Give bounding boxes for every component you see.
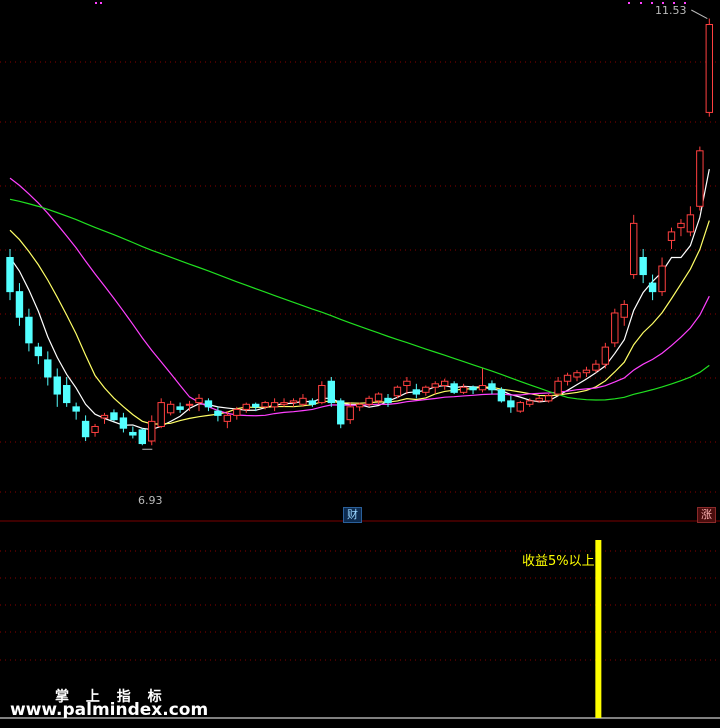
candle (611, 308, 619, 348)
candle (337, 398, 345, 429)
candle (705, 18, 713, 117)
top-marker (640, 2, 642, 4)
candle (318, 381, 326, 405)
price-low-label: 6.93 (138, 494, 163, 507)
candle (100, 412, 109, 424)
signal-label: 收益5%以上! (522, 554, 600, 569)
candle (639, 248, 647, 284)
candle (148, 415, 156, 446)
candle (497, 387, 506, 403)
candle (44, 351, 52, 386)
candle (686, 206, 695, 237)
candle (195, 394, 203, 412)
candle (630, 214, 638, 279)
candle (63, 376, 71, 407)
candle (620, 300, 628, 326)
candle (384, 394, 392, 407)
candle (327, 376, 336, 407)
candle (280, 398, 288, 407)
candle (507, 395, 515, 413)
top-marker (628, 2, 630, 4)
candle (573, 370, 581, 382)
candle (544, 394, 553, 403)
candle (119, 412, 128, 433)
candle (516, 400, 524, 413)
candle (157, 398, 165, 429)
candle (110, 409, 118, 422)
candle (696, 146, 704, 211)
candle (667, 227, 676, 249)
candle (72, 402, 80, 420)
candle (403, 376, 411, 395)
top-marker (95, 2, 97, 4)
candle (129, 426, 137, 439)
brand-url: www.palmindex.com (10, 700, 209, 720)
candle (582, 366, 591, 377)
candle (81, 415, 90, 441)
candle (355, 402, 364, 412)
top-marker (100, 2, 102, 4)
candle (15, 283, 24, 326)
candle (554, 376, 562, 396)
candle (412, 383, 421, 399)
candles (6, 9, 713, 450)
candle (6, 248, 14, 301)
candle (441, 378, 449, 390)
candle (34, 342, 43, 365)
top-marker (651, 2, 653, 4)
candle (563, 372, 572, 386)
candle (469, 385, 477, 395)
candle (25, 308, 33, 352)
candle (176, 402, 184, 413)
candle (450, 381, 458, 395)
candle (299, 394, 307, 407)
candle (459, 383, 468, 395)
candle (138, 428, 147, 446)
high-pointer (691, 9, 708, 19)
candle (289, 398, 298, 407)
candle (601, 342, 610, 369)
candle (422, 385, 430, 396)
candle (91, 423, 99, 437)
candle (53, 368, 61, 407)
candle (204, 398, 213, 412)
tag-zhang[interactable]: 涨 (697, 507, 716, 523)
candle (431, 381, 439, 395)
moving-averages (9, 168, 710, 431)
ma20-line (9, 177, 710, 417)
candle (242, 402, 250, 413)
candle (488, 380, 496, 395)
candle (658, 257, 666, 296)
price-high-label: 11.53 (655, 4, 687, 17)
tag-cai[interactable]: 财 (343, 507, 362, 523)
candle (478, 368, 487, 393)
candle (677, 219, 685, 237)
kline-chart (0, 2, 720, 719)
candle (166, 400, 175, 416)
ma10-line (9, 220, 710, 425)
candle (270, 398, 279, 412)
